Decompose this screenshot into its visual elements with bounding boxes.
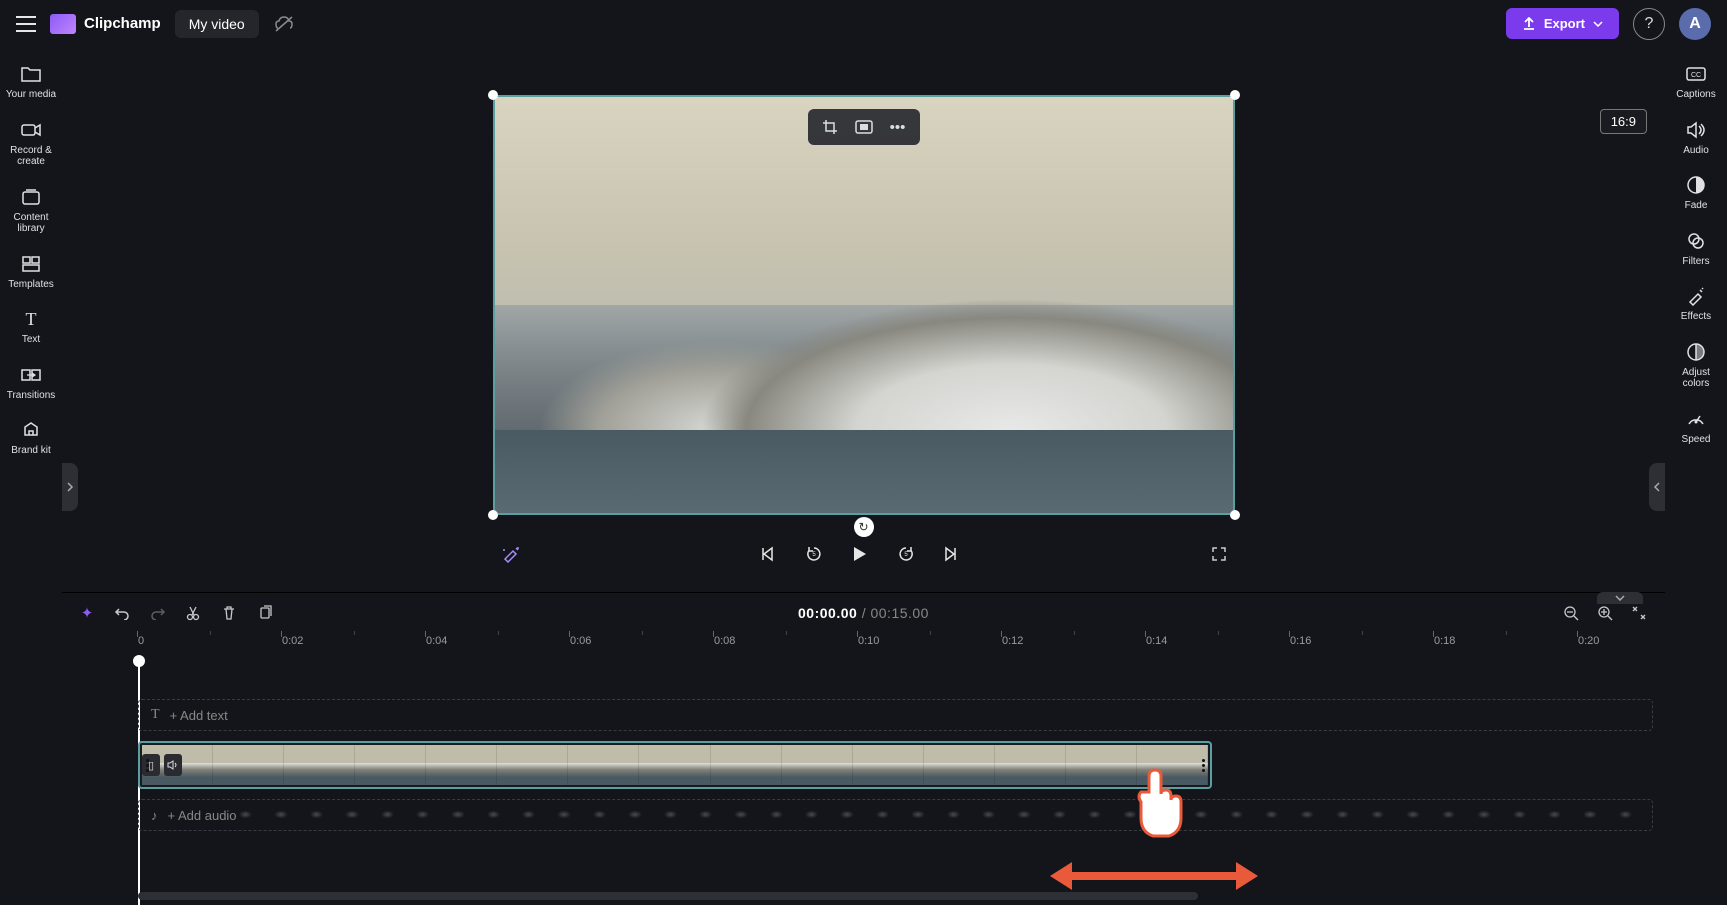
ruler-tick: 0:10 xyxy=(858,635,879,647)
ruler-tick: 0 xyxy=(138,635,144,647)
resize-handle-tr[interactable] xyxy=(1230,90,1240,100)
document-title[interactable]: My video xyxy=(175,10,259,38)
speaker-icon xyxy=(1686,119,1706,141)
clip-trim-left[interactable] xyxy=(144,745,150,785)
transitions-icon xyxy=(20,364,42,386)
left-sidebar: Your media Record & create Content libra… xyxy=(0,47,62,904)
preview-toolbar: ••• xyxy=(808,109,920,145)
panel-item-filters[interactable]: Filters xyxy=(1668,224,1724,276)
ruler-tick: 0:18 xyxy=(1434,635,1455,647)
chevron-down-icon xyxy=(1593,21,1603,27)
panel-item-captions[interactable]: CC Captions xyxy=(1668,57,1724,109)
audio-track-placeholder[interactable]: ♪ + Add audio xyxy=(138,799,1653,831)
svg-text:5: 5 xyxy=(904,552,908,558)
more-options-button[interactable]: ••• xyxy=(884,115,912,139)
effects-icon xyxy=(1686,285,1706,307)
ruler-tick: 0:16 xyxy=(1290,635,1311,647)
sync-off-icon[interactable] xyxy=(273,15,295,33)
clip-thumbnails xyxy=(142,745,1208,785)
clip-trim-right[interactable] xyxy=(1200,745,1206,785)
split-button[interactable] xyxy=(186,605,204,621)
logo-icon xyxy=(50,14,76,34)
fit-button[interactable] xyxy=(850,115,878,139)
ruler-tick: 0:02 xyxy=(282,635,303,647)
timeline-ruler[interactable]: 0 0:02 0:04 0:06 0:08 0:10 0:12 0:14 0:16 0:18 0:2… xyxy=(62,633,1665,657)
right-sidebar: CC Captions Audio Fade Filters Effects A… xyxy=(1665,47,1727,904)
user-avatar[interactable]: A xyxy=(1679,8,1711,40)
fullscreen-button[interactable] xyxy=(1211,546,1227,562)
resize-handle-tl[interactable] xyxy=(488,90,498,100)
ruler-tick: 0:08 xyxy=(714,635,735,647)
ai-enhance-button[interactable] xyxy=(501,545,521,563)
crop-button[interactable] xyxy=(816,115,844,139)
sidebar-item-transitions[interactable]: Transitions xyxy=(3,358,59,410)
sidebar-item-brand-kit[interactable]: Brand kit xyxy=(3,413,59,465)
upload-icon xyxy=(1522,17,1536,31)
templates-icon xyxy=(21,253,41,275)
sidebar-item-templates[interactable]: Templates xyxy=(3,247,59,299)
camera-icon xyxy=(20,119,42,141)
text-track-placeholder[interactable]: T + Add text xyxy=(138,699,1653,731)
library-icon xyxy=(21,186,41,208)
panel-item-adjust-colors[interactable]: Adjust colors xyxy=(1668,335,1724,398)
speed-icon xyxy=(1686,408,1706,430)
zoom-in-button[interactable] xyxy=(1597,605,1615,621)
menu-button[interactable] xyxy=(16,16,36,32)
resize-handle-bl[interactable] xyxy=(488,510,498,520)
panel-item-effects[interactable]: Effects xyxy=(1668,279,1724,331)
ruler-tick: 0:12 xyxy=(1002,635,1023,647)
redo-button[interactable] xyxy=(150,606,168,620)
skip-start-button[interactable] xyxy=(759,546,785,562)
timecode-display: 00:00.00 / 00:15.00 xyxy=(798,605,929,621)
app-logo: Clipchamp xyxy=(50,14,161,34)
app-name: Clipchamp xyxy=(84,15,161,32)
filters-icon xyxy=(1686,230,1706,252)
export-label: Export xyxy=(1544,16,1585,31)
video-clip[interactable]: ▯ xyxy=(138,741,1212,789)
sidebar-item-record-create[interactable]: Record & create xyxy=(3,113,59,176)
rewind-button[interactable]: 5 xyxy=(805,545,831,563)
aspect-ratio-button[interactable]: 16:9 xyxy=(1600,109,1647,134)
auto-compose-button[interactable]: ✦ xyxy=(78,604,96,622)
music-note-icon: ♪ xyxy=(151,808,158,823)
sidebar-item-content-library[interactable]: Content library xyxy=(3,180,59,243)
svg-text:CC: CC xyxy=(1691,72,1701,79)
panel-item-speed[interactable]: Speed xyxy=(1668,402,1724,454)
clip-mute-icon[interactable] xyxy=(164,754,182,776)
delete-button[interactable] xyxy=(222,605,240,621)
preview-canvas[interactable]: ↻ xyxy=(493,95,1235,515)
zoom-out-button[interactable] xyxy=(1563,605,1581,621)
brand-icon xyxy=(21,419,41,441)
text-icon: T xyxy=(26,308,37,330)
text-icon: T xyxy=(151,707,160,723)
rotate-handle[interactable]: ↻ xyxy=(854,517,874,537)
resize-handle-br[interactable] xyxy=(1230,510,1240,520)
skip-end-button[interactable] xyxy=(943,546,969,562)
ruler-tick: 0:14 xyxy=(1146,635,1167,647)
video-frame xyxy=(495,97,1233,513)
export-button[interactable]: Export xyxy=(1506,8,1619,39)
panel-item-audio[interactable]: Audio xyxy=(1668,113,1724,165)
panel-item-fade[interactable]: Fade xyxy=(1668,168,1724,220)
ruler-tick: 0:04 xyxy=(426,635,447,647)
adjust-icon xyxy=(1686,341,1706,363)
captions-icon: CC xyxy=(1685,63,1707,85)
zoom-fit-button[interactable] xyxy=(1631,605,1649,621)
duplicate-button[interactable] xyxy=(258,605,276,621)
audio-waveform-hint xyxy=(239,815,1632,816)
forward-button[interactable]: 5 xyxy=(897,545,923,563)
undo-button[interactable] xyxy=(114,606,132,620)
svg-text:5: 5 xyxy=(812,552,816,558)
folder-icon xyxy=(20,63,42,85)
sidebar-item-your-media[interactable]: Your media xyxy=(3,57,59,109)
ruler-tick: 0:06 xyxy=(570,635,591,647)
sidebar-item-text[interactable]: T Text xyxy=(3,302,59,354)
fade-icon xyxy=(1686,174,1706,196)
help-button[interactable]: ? xyxy=(1633,8,1665,40)
timeline-scrollbar[interactable] xyxy=(138,892,1198,900)
ruler-tick: 0:20 xyxy=(1578,635,1599,647)
play-button[interactable] xyxy=(851,545,877,563)
